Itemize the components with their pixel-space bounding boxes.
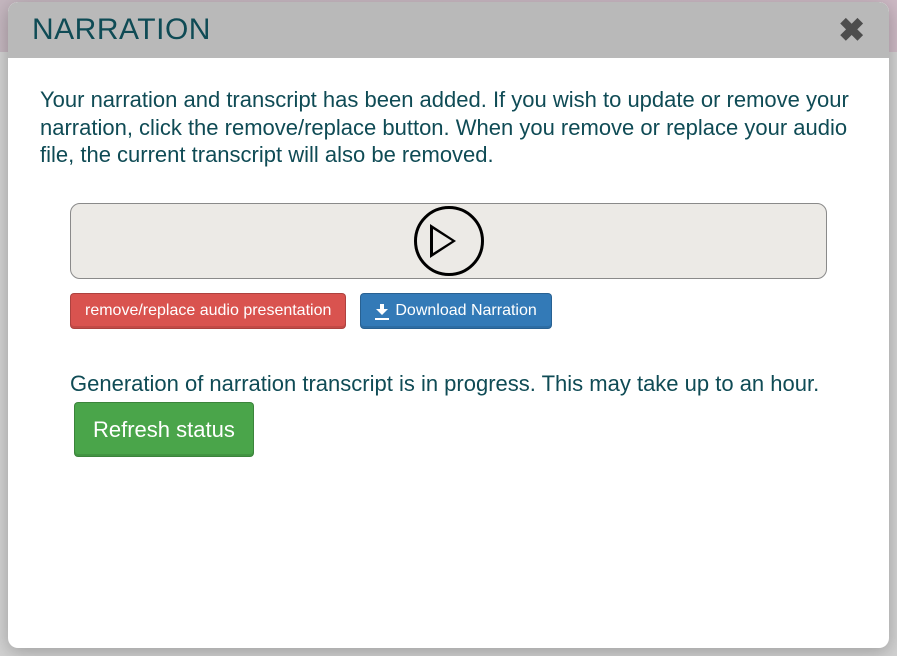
refresh-status-button[interactable]: Refresh status bbox=[74, 402, 254, 457]
audio-player[interactable] bbox=[70, 203, 827, 279]
modal-body: Your narration and transcript has been a… bbox=[8, 58, 889, 648]
close-icon[interactable]: ✖ bbox=[838, 14, 865, 46]
play-icon[interactable] bbox=[414, 206, 484, 276]
remove-replace-label: remove/replace audio presentation bbox=[85, 302, 331, 320]
audio-section: remove/replace audio presentation Downlo… bbox=[40, 203, 857, 458]
status-text: Generation of narration transcript is in… bbox=[70, 371, 819, 396]
remove-replace-button[interactable]: remove/replace audio presentation bbox=[70, 293, 346, 329]
modal-header: NARRATION ✖ bbox=[8, 2, 889, 58]
download-icon bbox=[375, 304, 389, 318]
download-narration-button[interactable]: Download Narration bbox=[360, 293, 551, 329]
refresh-status-label: Refresh status bbox=[93, 411, 235, 448]
button-row: remove/replace audio presentation Downlo… bbox=[70, 293, 827, 329]
status-line: Generation of narration transcript is in… bbox=[70, 365, 827, 458]
download-narration-label: Download Narration bbox=[395, 302, 536, 320]
modal-title: NARRATION bbox=[32, 13, 211, 47]
narration-modal: NARRATION ✖ Your narration and transcrip… bbox=[8, 2, 889, 648]
intro-text: Your narration and transcript has been a… bbox=[40, 86, 857, 169]
